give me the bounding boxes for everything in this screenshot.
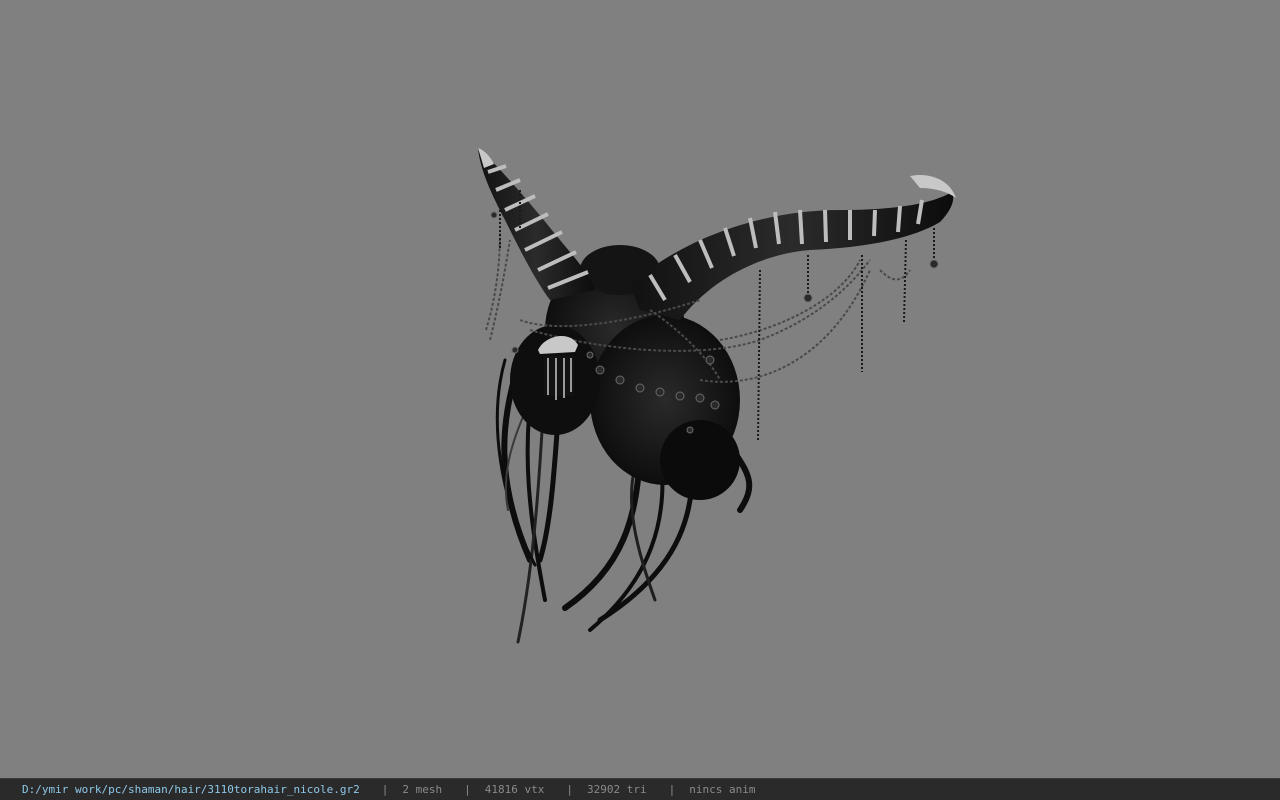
status-bar: D:/ymir work/pc/shaman/hair/3110torahair…	[0, 778, 1280, 800]
left-horn	[478, 148, 595, 300]
3d-viewport[interactable]	[0, 0, 1280, 778]
separator: |	[381, 783, 389, 796]
triangle-count: 32902 tri	[587, 783, 647, 796]
mesh-count: 2 mesh	[402, 783, 443, 796]
right-horn	[630, 174, 956, 320]
separator: |	[566, 783, 573, 796]
vertex-count: 41816 vtx	[484, 783, 545, 796]
separator: |	[464, 783, 471, 796]
file-path: D:/ymir work/pc/shaman/hair/3110torahair…	[22, 783, 360, 796]
hair-model-render	[478, 148, 956, 644]
animation-status: nincs anim	[689, 783, 756, 796]
ornament-clasp	[538, 335, 578, 400]
separator: |	[668, 783, 676, 796]
